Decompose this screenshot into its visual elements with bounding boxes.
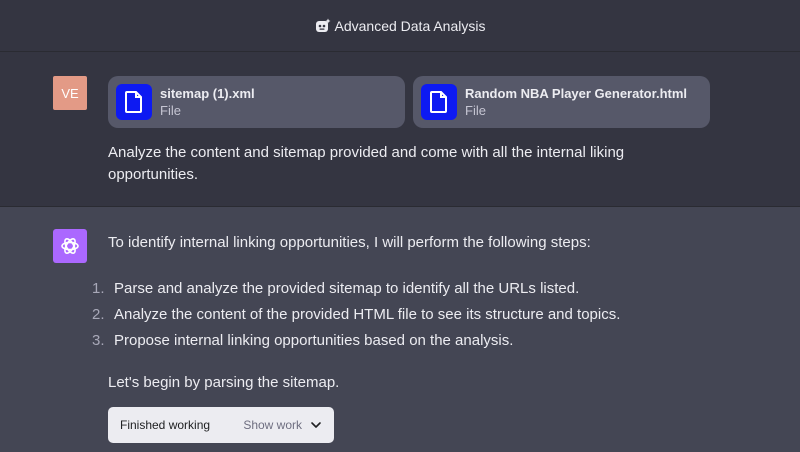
file-attachment-html[interactable]: Random NBA Player Generator.html File xyxy=(413,76,710,128)
assistant-begin-text: Let's begin by parsing the sitemap. xyxy=(108,374,340,391)
show-work-toggle[interactable]: Finished working Show work xyxy=(108,407,334,443)
chatgpt-logo-icon xyxy=(53,229,87,263)
file-icon xyxy=(421,84,457,120)
file-attachment-sitemap[interactable]: sitemap (1).xml File xyxy=(108,76,405,128)
file-type: File xyxy=(465,103,486,118)
list-item: 1. Parse and analyze the provided sitema… xyxy=(92,276,620,302)
user-message-section: VE sitemap (1).xml File Random NBA Playe… xyxy=(0,52,800,207)
code-interpreter-icon xyxy=(315,18,331,34)
list-item: 3. Propose internal linking opportunitie… xyxy=(92,328,620,354)
user-avatar: VE xyxy=(53,76,87,110)
step-number: 1. xyxy=(92,280,105,297)
user-message-text: Analyze the content and sitemap provided… xyxy=(108,144,625,183)
show-work-label[interactable]: Show work xyxy=(243,418,302,432)
list-item: 2. Analyze the content of the provided H… xyxy=(92,302,620,328)
step-text: Parse and analyze the provided sitemap t… xyxy=(114,280,580,297)
assistant-message-section: To identify internal linking opportuniti… xyxy=(0,207,800,452)
file-icon xyxy=(116,84,152,120)
chevron-down-icon[interactable] xyxy=(310,419,322,431)
step-text: Propose internal linking opportunities b… xyxy=(114,332,514,349)
step-text: Analyze the content of the provided HTML… xyxy=(114,306,621,323)
work-status-label: Finished working xyxy=(120,418,211,432)
step-number: 3. xyxy=(92,332,105,349)
steps-list: 1. Parse and analyze the provided sitema… xyxy=(92,276,620,354)
file-name: Random NBA Player Generator.html xyxy=(465,86,688,101)
step-number: 2. xyxy=(92,306,105,323)
assistant-intro-text: To identify internal linking opportuniti… xyxy=(108,234,591,251)
file-name: sitemap (1).xml xyxy=(160,86,255,101)
conversation-header: Advanced Data Analysis xyxy=(0,0,800,52)
file-type: File xyxy=(160,103,181,118)
header-title: Advanced Data Analysis xyxy=(334,17,486,34)
